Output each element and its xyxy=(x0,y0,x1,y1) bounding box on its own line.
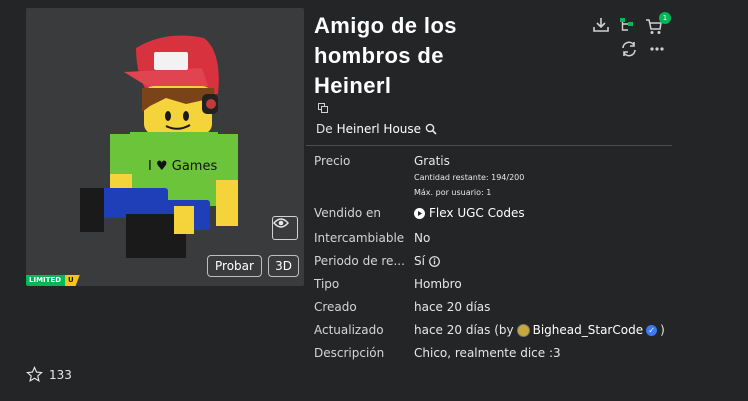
favorite-count: 133 xyxy=(49,367,72,382)
type-value: Hombro xyxy=(414,277,462,291)
item-title: Amigo de los hombros de Heinerl xyxy=(314,13,457,98)
sold-in-link[interactable]: Flex UGC Codes xyxy=(429,206,525,220)
limited-badge: LIMITED U xyxy=(26,275,80,286)
limited-label: LIMITED xyxy=(26,275,66,286)
favorite-row[interactable]: 133 xyxy=(26,366,72,383)
description-value: Chico, realmente dice :3 xyxy=(414,346,561,360)
character-preview: I ♥ Games xyxy=(80,35,238,258)
item-thumbnail: I ♥ Games LIMITED U xyxy=(26,8,304,286)
details-divider xyxy=(306,145,672,146)
limited-u-label: U xyxy=(65,275,80,286)
eye-icon xyxy=(273,218,289,228)
updated-label: Actualizado xyxy=(314,323,384,337)
search-icon[interactable] xyxy=(425,123,437,135)
remaining-quantity: Cantidad restante: 194/200 xyxy=(414,173,525,182)
copy-icon[interactable] xyxy=(318,103,328,113)
price-value: Gratis xyxy=(414,154,450,168)
creator-link[interactable]: Heinerl House xyxy=(337,122,421,136)
shirt-text: I ♥ Games xyxy=(148,159,217,174)
info-icon[interactable] xyxy=(429,255,440,267)
download-icon[interactable] xyxy=(592,16,610,34)
updated-close-paren: ) xyxy=(660,323,665,337)
sold-in-row: Flex UGC Codes xyxy=(414,206,525,220)
tradable-label: Intercambiable xyxy=(314,231,405,245)
hierarchy-icon[interactable] xyxy=(618,16,636,34)
created-value: hace 20 días xyxy=(414,300,491,314)
sold-in-label: Vendido en xyxy=(314,206,381,220)
resale-value: Sí xyxy=(414,254,425,268)
updated-value: hace 20 días (by xyxy=(414,323,514,337)
created-label: Creado xyxy=(314,300,357,314)
resale-label: Periodo de re... xyxy=(314,254,405,268)
description-label: Descripción xyxy=(314,346,385,360)
view-3d-button[interactable]: 3D xyxy=(268,255,299,277)
avatar xyxy=(516,323,530,337)
resale-row: Sí xyxy=(414,254,440,268)
max-per-user: Máx. por usuario: 1 xyxy=(414,188,492,197)
play-icon xyxy=(414,207,425,219)
preview-toggle-button[interactable] xyxy=(272,216,298,240)
star-icon[interactable] xyxy=(26,366,43,383)
more-options-icon[interactable] xyxy=(649,46,665,52)
creator-row: De Heinerl House xyxy=(316,122,437,136)
price-label: Precio xyxy=(314,154,351,168)
type-label: Tipo xyxy=(314,277,340,291)
try-on-button[interactable]: Probar xyxy=(207,255,262,277)
refresh-icon[interactable] xyxy=(620,41,638,57)
tradable-value: No xyxy=(414,231,431,245)
updated-by-link[interactable]: Bighead_StarCode xyxy=(533,323,643,337)
cart-count-badge: 1 xyxy=(659,12,671,24)
creator-prefix: De xyxy=(316,122,333,136)
verified-badge-icon: ✓ xyxy=(646,324,658,336)
updated-row: hace 20 días (by Bighead_StarCode ✓ ) xyxy=(414,323,665,337)
